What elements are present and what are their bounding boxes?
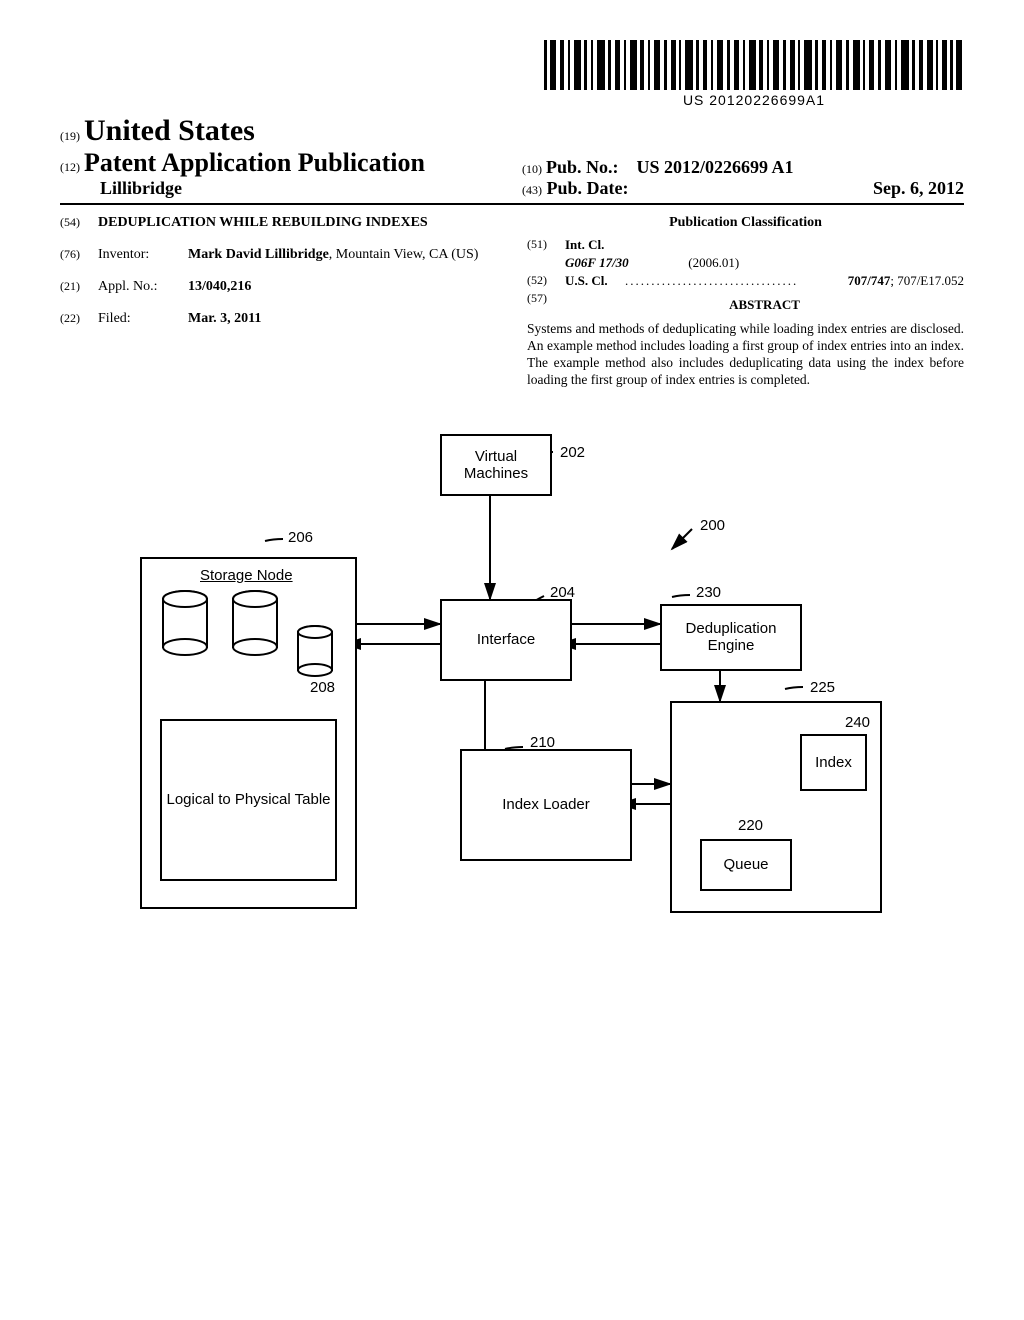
code-52: (52) <box>527 273 565 289</box>
filed-label: Filed: <box>98 311 188 327</box>
ref-210: 210 <box>530 734 555 751</box>
label-storage-node: Storage Node <box>200 567 293 584</box>
header-right: (10) Pub. No.: US 2012/0226699 A1 (43) P… <box>502 157 964 199</box>
label-interface: Interface <box>477 631 535 648</box>
appl-section: (21) Appl. No.: 13/040,216 <box>60 279 497 295</box>
label-dedup-engine: Deduplication Engine <box>666 620 796 654</box>
label-index-loader: Index Loader <box>502 796 590 813</box>
intcl-date: (2006.01) <box>688 255 739 271</box>
ref-230: 230 <box>696 584 721 601</box>
right-column: Publication Classification (51) Int. Cl.… <box>527 215 964 389</box>
header-left: (19) United States (12) Patent Applicati… <box>60 114 502 199</box>
abstract-code-row: (57) ABSTRACT <box>527 291 964 319</box>
label-virtual-machines: Virtual Machines <box>446 448 546 482</box>
code-10: (10) <box>522 162 542 176</box>
ref-204: 204 <box>550 584 575 601</box>
code-22: (22) <box>60 311 98 327</box>
ref-208: 208 <box>310 679 335 696</box>
box-virtual-machines: Virtual Machines <box>440 434 552 496</box>
publication-type: Patent Application Publication <box>84 148 425 177</box>
patent-page: US 20120226699A1 (19) United States (12)… <box>0 0 1024 1029</box>
appl-no: 13/040,216 <box>188 279 497 295</box>
country: United States <box>84 114 255 147</box>
inventor-section: (76) Inventor: Mark David Lillibridge, M… <box>60 247 497 263</box>
label-logical-physical: Logical to Physical Table <box>167 791 331 808</box>
title-section: (54) DEDUPLICATION WHILE REBUILDING INDE… <box>60 215 497 231</box>
code-54: (54) <box>60 215 98 231</box>
box-queue: Queue <box>700 839 792 891</box>
ref-220: 220 <box>738 817 763 834</box>
cylinder-3-icon <box>295 624 335 683</box>
code-12: (12) <box>60 160 80 174</box>
cylinder-2-icon <box>230 589 280 663</box>
ref-240: 240 <box>845 714 870 731</box>
intcl-label: Int. Cl. <box>565 237 625 253</box>
ref-202: 202 <box>560 444 585 461</box>
pub-date-label: Pub. Date: <box>547 178 629 198</box>
code-43: (43) <box>522 183 542 197</box>
cylinder-1-icon <box>160 589 210 663</box>
uscl-row: (52) U.S. Cl. ..........................… <box>527 273 964 289</box>
uscl-dots: ................................. <box>625 273 805 289</box>
ref-200: 200 <box>700 517 725 534</box>
code-19: (19) <box>60 129 80 143</box>
uscl-label: U.S. Cl. <box>565 273 625 289</box>
classification-heading: Publication Classification <box>527 215 964 231</box>
author-surname: Lillibridge <box>100 178 502 199</box>
barcode-number: US 20120226699A1 <box>544 92 964 108</box>
ref-206: 206 <box>288 529 313 546</box>
intcl-class: G06F 17/30 <box>565 255 685 271</box>
abstract-heading: ABSTRACT <box>565 297 964 313</box>
header-row: (19) United States (12) Patent Applicati… <box>60 114 964 205</box>
ref-225: 225 <box>810 679 835 696</box>
inventor-name: Mark David Lillibridge <box>188 247 329 262</box>
box-index-loader: Index Loader <box>460 749 632 861</box>
label-index: Index <box>815 754 852 771</box>
code-21: (21) <box>60 279 98 295</box>
inventor-label: Inventor: <box>98 247 188 263</box>
code-57: (57) <box>527 291 565 319</box>
box-interface: Interface <box>440 599 572 681</box>
inventor-location: , Mountain View, CA (US) <box>329 247 479 262</box>
box-dedup-engine: Deduplication Engine <box>660 604 802 671</box>
invention-title: DEDUPLICATION WHILE REBUILDING INDEXES <box>98 215 497 231</box>
pub-no: US 2012/0226699 A1 <box>637 157 794 177</box>
filed-section: (22) Filed: Mar. 3, 2011 <box>60 311 497 327</box>
bibliographic-columns: (54) DEDUPLICATION WHILE REBUILDING INDE… <box>60 215 964 389</box>
label-queue: Queue <box>723 856 768 873</box>
intcl-value-row: G06F 17/30 (2006.01) <box>527 255 964 271</box>
left-column: (54) DEDUPLICATION WHILE REBUILDING INDE… <box>60 215 497 389</box>
barcode: US 20120226699A1 <box>544 40 964 108</box>
code-76: (76) <box>60 247 98 263</box>
appl-label: Appl. No.: <box>98 279 188 295</box>
barcode-area: US 20120226699A1 <box>60 40 964 110</box>
intcl-row: (51) Int. Cl. <box>527 237 964 253</box>
box-index: Index <box>800 734 867 791</box>
pub-date: Sep. 6, 2012 <box>873 178 964 199</box>
figure-area: Virtual Machines 202 200 Interface 204 S… <box>60 429 964 989</box>
filed-date: Mar. 3, 2011 <box>188 311 497 327</box>
box-logical-physical: Logical to Physical Table <box>160 719 337 881</box>
uscl-rest: ; 707/E17.052 <box>890 273 964 288</box>
abstract-text: Systems and methods of deduplicating whi… <box>527 321 964 389</box>
uscl-bold: 707/747 <box>848 273 891 288</box>
code-51: (51) <box>527 237 565 253</box>
pub-no-label: Pub. No.: <box>546 157 619 177</box>
